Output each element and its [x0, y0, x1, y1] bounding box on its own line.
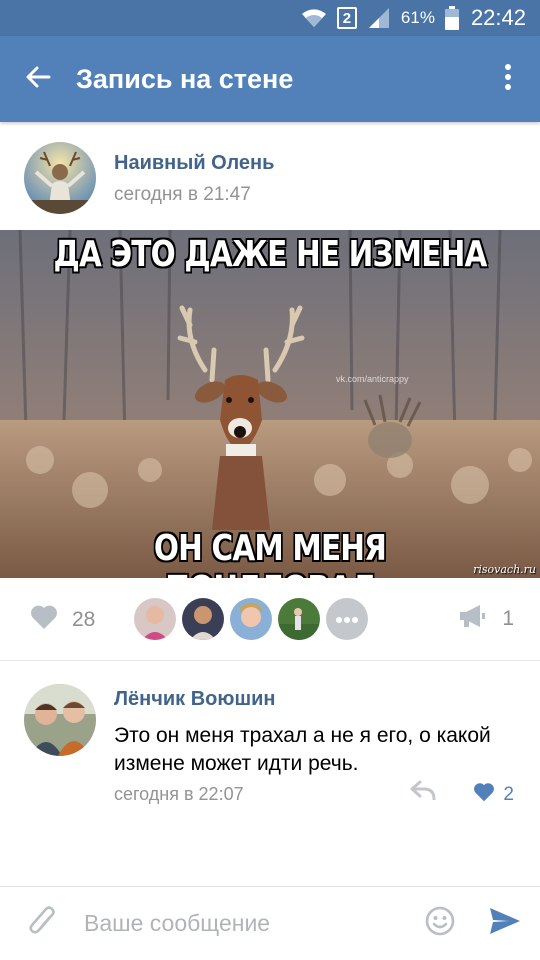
- message-input[interactable]: [84, 898, 410, 949]
- message-composer: [0, 886, 540, 960]
- smiley-icon: [425, 906, 455, 941]
- meme-top-text: ДА ЭТО ДАЖЕ НЕ ИЗМЕНА: [53, 233, 488, 276]
- more-vertical-icon: [505, 63, 511, 95]
- signal-icon: [367, 6, 391, 30]
- page-title: Запись на стене: [76, 63, 294, 94]
- more-menu-button[interactable]: [476, 36, 540, 122]
- more-horizontal-icon: [336, 610, 358, 628]
- status-time: 22:42: [470, 5, 526, 30]
- avatar[interactable]: [24, 142, 96, 214]
- liker-avatar[interactable]: [134, 598, 176, 640]
- liker-avatar[interactable]: [278, 598, 320, 640]
- comment: Лёнчик Воюшин Это он меня трахал а не я …: [0, 668, 540, 818]
- comment-text: Это он меня трахал а не я его, о какой и…: [114, 724, 491, 775]
- share-count: 1: [502, 606, 514, 630]
- post-time: сегодня в 21:47: [114, 184, 251, 205]
- site-watermark: risovach.ru: [473, 563, 536, 576]
- battery-percent: 61%: [400, 8, 435, 27]
- battery-icon: [444, 6, 459, 30]
- deer-photo: [0, 230, 540, 578]
- post-image[interactable]: vk.com/anticrappy ДА ЭТО ДАЖЕ НЕ ИЗМЕНА …: [0, 230, 540, 578]
- post-author[interactable]: Наивный Олень: [114, 152, 274, 175]
- back-button[interactable]: [0, 36, 76, 122]
- comment-like-button[interactable]: 2: [473, 782, 514, 807]
- share-button[interactable]: 1: [458, 604, 514, 633]
- comment-time: сегодня в 22:07: [114, 784, 244, 804]
- app-bar: Запись на стене: [0, 36, 540, 122]
- heart-icon: [473, 782, 495, 807]
- arrow-left-icon: [25, 65, 51, 94]
- status-bar: 2 61% 22:42: [0, 0, 540, 36]
- post-actions: 28 1: [0, 590, 540, 650]
- comment-author[interactable]: Лёнчик Воюшин: [114, 688, 276, 711]
- send-button[interactable]: [470, 887, 540, 960]
- like-button[interactable]: 28: [30, 604, 95, 635]
- more-likers-button[interactable]: [326, 598, 368, 640]
- divider: [0, 660, 540, 661]
- post-header: Наивный Олень сегодня в 21:47: [0, 122, 540, 230]
- like-count: 28: [72, 607, 96, 631]
- sim-icon: 2: [336, 7, 357, 29]
- reply-icon: [410, 780, 436, 804]
- liker-avatar[interactable]: [230, 598, 272, 640]
- source-watermark: vk.com/anticrappy: [336, 374, 409, 384]
- heart-icon: [30, 604, 58, 635]
- paperclip-icon: [28, 905, 56, 942]
- emoji-button[interactable]: [410, 887, 470, 960]
- comment-like-count: 2: [503, 783, 514, 805]
- megaphone-icon: [458, 604, 486, 633]
- reply-button[interactable]: [410, 780, 436, 805]
- wifi-icon: [301, 6, 327, 30]
- send-icon: [489, 907, 521, 940]
- meme-bottom-text: ОН САМ МЕНЯ ПОЦЕЛОВАЛ: [153, 527, 388, 578]
- liker-avatar[interactable]: [182, 598, 224, 640]
- avatar[interactable]: [24, 684, 96, 756]
- attach-button[interactable]: [0, 887, 84, 960]
